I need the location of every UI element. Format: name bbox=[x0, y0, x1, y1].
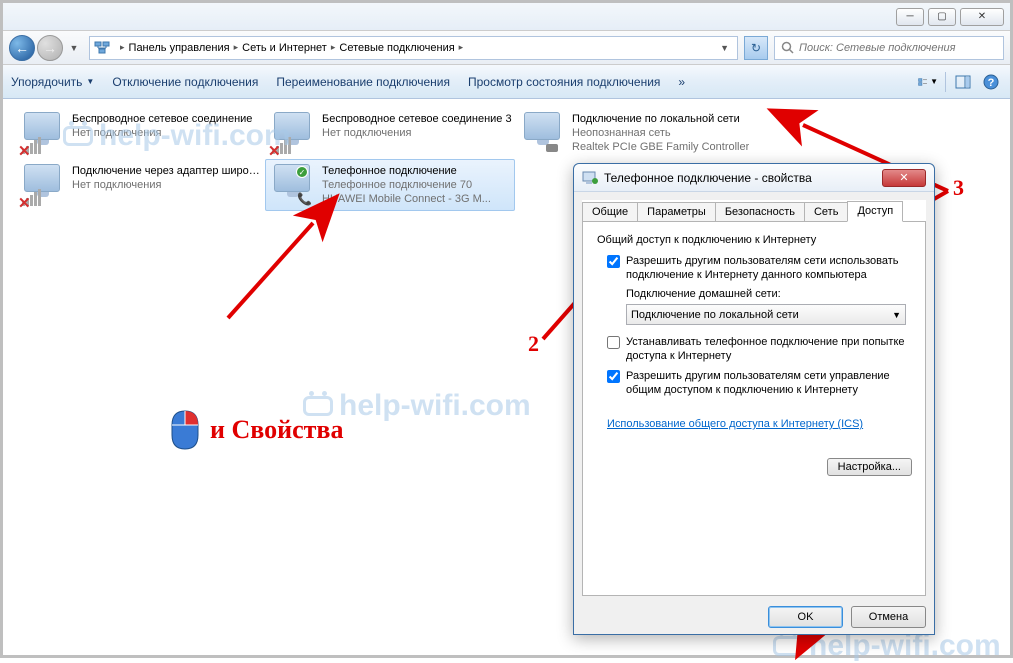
connection-status: Нет подключения bbox=[72, 178, 262, 192]
connected-check-icon: ✓ bbox=[296, 166, 308, 178]
dialog-content: Общий доступ к подключению к Интернету Р… bbox=[582, 222, 926, 596]
search-input[interactable] bbox=[799, 42, 997, 54]
tab-general[interactable]: Общие bbox=[582, 202, 638, 221]
back-forward-buttons: ← → ▼ bbox=[9, 35, 83, 61]
connection-status: Телефонное подключение 70 bbox=[322, 178, 491, 192]
dialog-close-button[interactable]: ✕ bbox=[882, 169, 926, 187]
group-title: Общий доступ к подключению к Интернету bbox=[597, 234, 911, 246]
window-titlebar: ─ ▢ ✕ bbox=[3, 3, 1010, 31]
tab-parameters[interactable]: Параметры bbox=[637, 202, 716, 221]
command-toolbar: Упорядочить ▼ Отключение подключения Пер… bbox=[3, 65, 1010, 99]
connection-item-lan[interactable]: Подключение по локальной сети Неопознанн… bbox=[515, 107, 765, 159]
network-adapter-icon: ✕ bbox=[22, 164, 64, 206]
allow-sharing-checkbox[interactable] bbox=[607, 255, 620, 268]
network-adapter-icon bbox=[522, 112, 564, 154]
mouse-icon bbox=[170, 409, 200, 451]
properties-dialog: Телефонное подключение - свойства ✕ Общи… bbox=[573, 163, 935, 635]
allow-control-checkbox[interactable] bbox=[607, 370, 620, 383]
maximize-button[interactable]: ▢ bbox=[928, 8, 956, 26]
connection-status: Нет подключения bbox=[322, 126, 512, 140]
organize-menu[interactable]: Упорядочить ▼ bbox=[11, 75, 94, 89]
disconnected-x-icon: ✕ bbox=[18, 142, 32, 156]
connection-title: Телефонное подключение bbox=[322, 164, 491, 178]
annotation-number-3: 3 bbox=[953, 175, 964, 201]
connection-item-dialup[interactable]: ✓ 📞 Телефонное подключение Телефонное по… bbox=[265, 159, 515, 211]
phone-icon: 📞 bbox=[297, 192, 312, 206]
configure-button[interactable]: Настройка... bbox=[827, 458, 912, 476]
tab-network[interactable]: Сеть bbox=[804, 202, 848, 221]
connection-title: Беспроводное сетевое соединение bbox=[72, 112, 252, 126]
minimize-button[interactable]: ─ bbox=[896, 8, 924, 26]
annotation-label: и Свойства bbox=[210, 415, 343, 445]
address-dropdown[interactable]: ▼ bbox=[716, 43, 733, 53]
disconnected-x-icon: ✕ bbox=[18, 194, 32, 208]
dial-on-demand-checkbox[interactable] bbox=[607, 336, 620, 349]
help-button[interactable]: ? bbox=[980, 71, 1002, 93]
tab-access[interactable]: Доступ bbox=[847, 201, 903, 222]
network-adapter-icon: ✕ bbox=[272, 112, 314, 154]
network-adapter-icon: ✓ 📞 bbox=[272, 164, 314, 206]
connection-device: HUAWEI Mobile Connect - 3G M... bbox=[322, 192, 491, 206]
annotation-number-2: 2 bbox=[528, 331, 539, 357]
search-icon bbox=[781, 41, 795, 55]
ok-button[interactable]: OK bbox=[768, 606, 843, 628]
svg-text:?: ? bbox=[988, 77, 995, 89]
preview-pane-button[interactable] bbox=[952, 71, 974, 93]
dialog-tabs: Общие Параметры Безопасность Сеть Доступ bbox=[582, 200, 926, 222]
home-network-select[interactable]: Подключение по локальной сети ▼ bbox=[626, 304, 906, 325]
view-status-button[interactable]: Просмотр состояния подключения bbox=[468, 75, 660, 89]
disable-connection-button[interactable]: Отключение подключения bbox=[112, 75, 258, 89]
connection-item-wireless-1[interactable]: ✕ Беспроводное сетевое соединение Нет по… bbox=[15, 107, 265, 159]
navigation-bar: ← → ▼ ▸Панель управления ▸Сеть и Интерне… bbox=[3, 31, 1010, 65]
dial-on-demand-label: Устанавливать телефонное подключение при… bbox=[626, 335, 911, 363]
dialog-icon bbox=[582, 170, 598, 186]
breadcrumb-seg[interactable]: ▸Сеть и Интернет bbox=[230, 42, 327, 54]
allow-sharing-label: Разрешить другим пользователям сети испо… bbox=[626, 254, 911, 282]
connection-title: Беспроводное сетевое соединение 3 bbox=[322, 112, 512, 126]
cancel-button[interactable]: Отмена bbox=[851, 606, 926, 628]
connection-status: Нет подключения bbox=[72, 126, 252, 140]
rename-connection-button[interactable]: Переименование подключения bbox=[276, 75, 450, 89]
tab-security[interactable]: Безопасность bbox=[715, 202, 805, 221]
home-network-label: Подключение домашней сети: bbox=[626, 288, 911, 300]
connection-title: Подключение по локальной сети bbox=[572, 112, 749, 126]
breadcrumb-seg[interactable]: ▸Сетевые подключения bbox=[327, 42, 455, 54]
dialog-titlebar: Телефонное подключение - свойства ✕ bbox=[574, 164, 934, 192]
search-box[interactable] bbox=[774, 36, 1004, 60]
ics-help-link[interactable]: Использование общего доступа к Интернету… bbox=[607, 417, 863, 431]
close-button[interactable]: ✕ bbox=[960, 8, 1004, 26]
network-folder-icon bbox=[94, 40, 110, 56]
chevron-down-icon: ▼ bbox=[892, 310, 901, 320]
view-options-button[interactable]: ▼ bbox=[917, 71, 939, 93]
network-adapter-icon: ✕ bbox=[22, 112, 64, 154]
allow-control-label: Разрешить другим пользователям сети упра… bbox=[626, 369, 911, 397]
back-button[interactable]: ← bbox=[9, 35, 35, 61]
connection-item-wireless-3[interactable]: ✕ Беспроводное сетевое соединение 3 Нет … bbox=[265, 107, 515, 159]
refresh-button[interactable]: ↻ bbox=[744, 36, 768, 60]
disconnected-x-icon: ✕ bbox=[268, 142, 282, 156]
connection-item-broadband[interactable]: ✕ Подключение через адаптер широкополосн… bbox=[15, 159, 265, 211]
address-bar[interactable]: ▸Панель управления ▸Сеть и Интернет ▸Сет… bbox=[89, 36, 738, 60]
annotation-right-click: и Свойства bbox=[170, 409, 343, 451]
connection-status: Неопознанная сеть bbox=[572, 126, 749, 140]
breadcrumb-seg[interactable]: ▸Панель управления bbox=[116, 42, 230, 54]
breadcrumb-seg[interactable]: ▸ bbox=[455, 42, 468, 53]
dialog-title: Телефонное подключение - свойства bbox=[604, 171, 812, 185]
forward-button[interactable]: → bbox=[37, 35, 63, 61]
history-dropdown[interactable]: ▼ bbox=[65, 35, 83, 61]
connection-device: Realtek PCIe GBE Family Controller bbox=[572, 140, 749, 154]
connection-title: Подключение через адаптер широкополосной… bbox=[72, 164, 262, 178]
